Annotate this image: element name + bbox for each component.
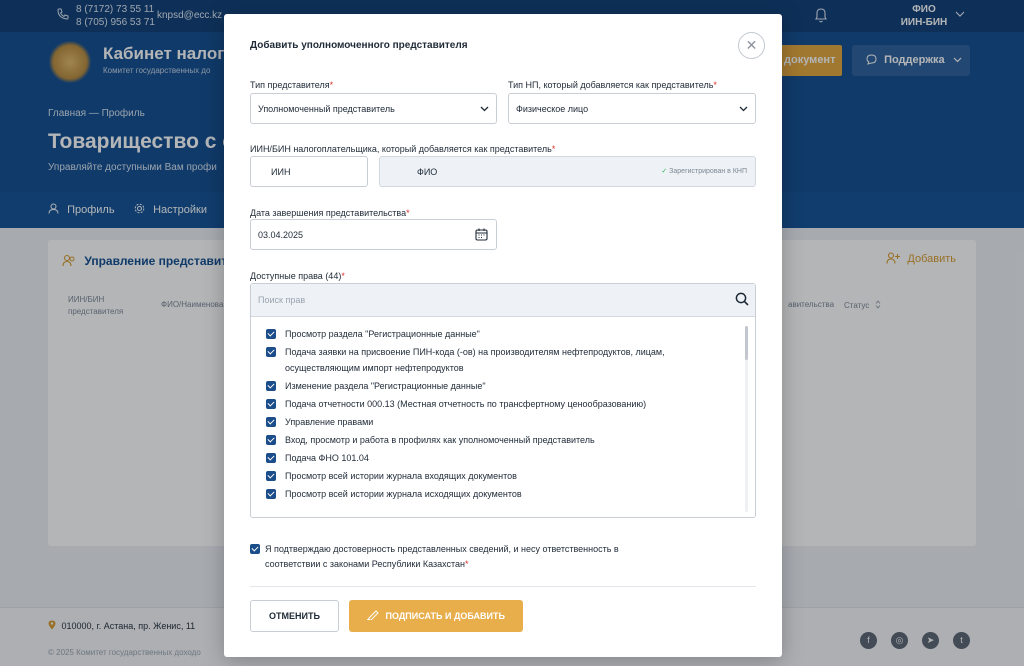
right-item[interactable]: Изменение раздела "Регистрационные данны…	[251, 378, 741, 394]
right-item[interactable]: Вход, просмотр и работа в профилях как у…	[251, 432, 741, 448]
checkbox-checked[interactable]	[266, 347, 276, 357]
right-item[interactable]: Подача заявки на присвоение ПИН-кода (-о…	[251, 344, 741, 376]
rights-label: Доступные права (44)*	[250, 271, 345, 281]
right-item[interactable]: Подача отчетности 000.13 (Местная отчетн…	[251, 396, 741, 412]
checkbox-checked[interactable]	[266, 381, 276, 391]
required-mark: *	[551, 144, 556, 154]
right-item[interactable]: Управление правами	[251, 414, 741, 430]
np-type-label-text: Тип НП, который добавляется как представ…	[508, 80, 714, 90]
right-item[interactable]: Подача ФНО 101.04	[251, 450, 741, 466]
iin-label: ИИН/БИН налогоплательщика, который добав…	[250, 144, 555, 154]
add-representative-modal: Добавить уполномоченного представителя ✕…	[224, 14, 782, 657]
confirm-checkbox[interactable]: Я подтверждаю достоверность представленн…	[250, 542, 650, 572]
checkbox-checked[interactable]	[266, 471, 276, 481]
right-label: Просмотр всей истории журнала входящих д…	[285, 471, 517, 481]
date-label-text: Дата завершения представительства	[250, 208, 407, 218]
date-label: Дата завершения представительства*	[250, 208, 410, 218]
modal-title: Добавить уполномоченного представителя	[250, 40, 468, 51]
pen-icon	[367, 610, 386, 621]
right-item[interactable]: Просмотр всей истории журнала входящих д…	[251, 468, 741, 484]
checkbox-checked[interactable]	[250, 544, 260, 554]
sign-button-label: ПОДПИСАТЬ И ДОБАВИТЬ	[385, 611, 505, 621]
np-type-label: Тип НП, который добавляется как представ…	[508, 80, 717, 90]
registered-status: ✓ Зарегистрирован в КНП	[661, 167, 747, 175]
iin-label-text: ИИН/БИН налогоплательщика, который добав…	[250, 144, 552, 154]
checkbox-checked[interactable]	[266, 329, 276, 339]
checkbox-checked[interactable]	[266, 453, 276, 463]
required-mark: *	[465, 559, 469, 569]
right-label: Просмотр всей истории журнала исходящих …	[285, 489, 522, 499]
right-label: Вход, просмотр и работа в профилях как у…	[285, 435, 595, 445]
check-icon: ✓	[661, 168, 668, 175]
required-mark: *	[713, 80, 717, 90]
divider	[250, 586, 756, 587]
chevron-down-icon	[739, 104, 748, 114]
right-item[interactable]: Просмотр всей истории журнала исходящих …	[251, 486, 741, 502]
rights-search-input[interactable]: Поиск прав	[251, 284, 755, 317]
close-icon: ✕	[745, 37, 758, 53]
required-mark: *	[329, 80, 334, 90]
confirm-text: Я подтверждаю достоверность представленн…	[265, 544, 619, 569]
checkbox-checked[interactable]	[266, 435, 276, 445]
end-date-input[interactable]: 03.04.2025	[250, 219, 497, 250]
right-label: Изменение раздела "Регистрационные данны…	[285, 381, 486, 391]
np-type-value: Физическое лицо	[516, 104, 589, 114]
required-mark: *	[341, 271, 345, 281]
close-button[interactable]: ✕	[738, 32, 765, 59]
date-value: 03.04.2025	[258, 230, 304, 240]
required-mark: *	[406, 208, 410, 218]
right-label: Подача заявки на присвоение ПИН-кода (-о…	[285, 347, 665, 373]
right-item[interactable]: Просмотр раздела "Регистрационные данные…	[251, 326, 741, 342]
checkbox-checked[interactable]	[266, 417, 276, 427]
sign-and-add-button[interactable]: ПОДПИСАТЬ И ДОБАВИТЬ	[349, 600, 523, 632]
rights-scrollbar-thumb[interactable]	[745, 326, 748, 360]
rep-type-select[interactable]: Уполномоченный представитель	[250, 93, 497, 124]
fio-field: ФИО ✓ Зарегистрирован в КНП	[379, 156, 756, 187]
right-label: Подача ФНО 101.04	[285, 453, 369, 463]
registered-text: Зарегистрирован в КНП	[669, 168, 747, 175]
rights-label-text: Доступные права (44)	[250, 271, 342, 281]
checkbox-checked[interactable]	[266, 489, 276, 499]
cancel-button[interactable]: ОТМЕНИТЬ	[250, 600, 339, 632]
rights-box: Поиск прав Просмотр раздела "Регистрацио…	[250, 283, 756, 518]
calendar-icon[interactable]	[475, 228, 488, 243]
right-label: Управление правами	[285, 417, 374, 427]
rep-type-label: Тип представителя*	[250, 80, 333, 90]
np-type-select[interactable]: Физическое лицо	[508, 93, 756, 124]
rep-type-label-text: Тип представителя	[250, 80, 330, 90]
iin-input[interactable]: ИИН	[250, 156, 368, 187]
search-icon[interactable]	[735, 292, 749, 308]
search-placeholder: Поиск прав	[258, 295, 306, 305]
right-label: Просмотр раздела "Регистрационные данные…	[285, 329, 480, 339]
rights-list: Просмотр раздела "Регистрационные данные…	[251, 326, 741, 504]
fio-value: ФИО	[417, 167, 438, 177]
chevron-down-icon	[480, 104, 489, 114]
checkbox-checked[interactable]	[266, 399, 276, 409]
right-label: Подача отчетности 000.13 (Местная отчетн…	[285, 399, 647, 409]
rep-type-value: Уполномоченный представитель	[258, 104, 395, 114]
